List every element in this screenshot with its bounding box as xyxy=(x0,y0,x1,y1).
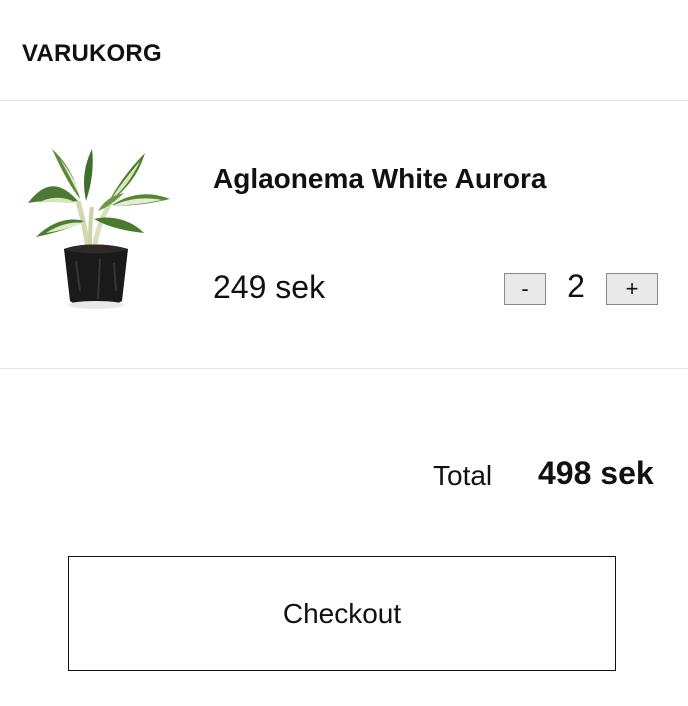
quantity-value: 2 xyxy=(567,268,585,304)
product-name: Aglaonema White Aurora xyxy=(213,163,547,194)
product-price: 249 sek xyxy=(213,269,326,305)
increase-quantity-button[interactable]: + xyxy=(606,273,658,305)
product-image xyxy=(20,141,180,313)
cart-item-row: Aglaonema White Aurora 249 sek - 2 + xyxy=(0,101,688,369)
checkout-button[interactable]: Checkout xyxy=(68,556,616,671)
total-value: 498 sek xyxy=(538,455,654,491)
potted-plant-icon xyxy=(28,149,170,309)
decrease-quantity-button[interactable]: - xyxy=(504,273,546,305)
total-label: Total xyxy=(433,460,493,491)
cart-header: VARUKORG xyxy=(0,0,688,101)
page-title: VARUKORG xyxy=(22,40,162,67)
